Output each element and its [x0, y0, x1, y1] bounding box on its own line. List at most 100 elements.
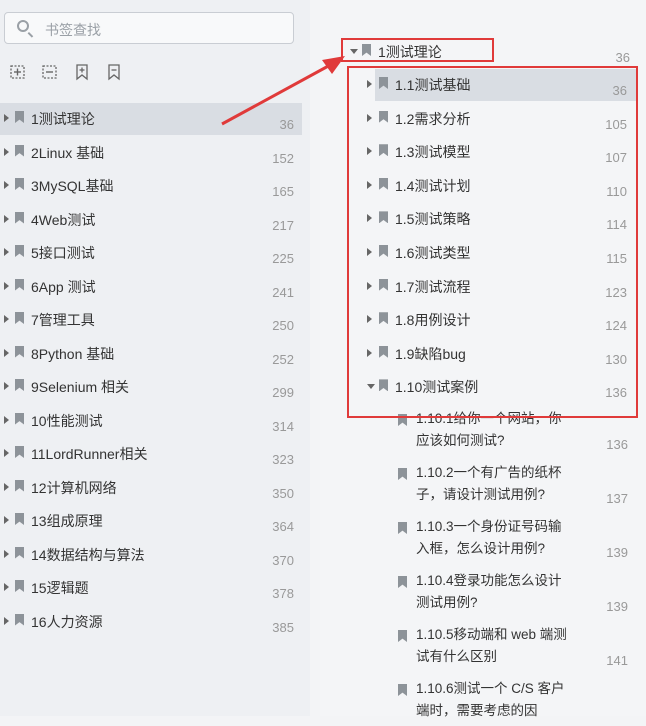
bookmark-icon	[398, 684, 407, 696]
bookmark-icon	[15, 111, 24, 123]
bookmark-icon	[15, 412, 24, 425]
bookmark-page: 137	[606, 491, 628, 506]
add-bookmark-icon[interactable]	[72, 62, 92, 82]
sub-bookmark-item[interactable]: 1.10.3一个身份证号码输入框，怎么设计用例? 139	[396, 516, 636, 564]
bookmark-label: 6App 测试	[31, 278, 96, 295]
expand-arrow-icon[interactable]	[4, 281, 9, 290]
bookmark-label: 1.10.6测试一个 C/S 客户端时，需要考虑的因	[416, 681, 565, 718]
bookmark-icon	[398, 630, 407, 642]
bookmark-label: 2Linux 基础	[31, 144, 105, 161]
bookmark-page: 370	[272, 552, 294, 568]
bookmark-item[interactable]: 15逻辑题 378	[0, 572, 302, 604]
sub-bookmark-item[interactable]: 1.10.2一个有广告的纸杯子，请设计测试用例? 137	[396, 462, 636, 510]
bookmark-page: 225	[272, 251, 294, 266]
bookmark-label: 4Web测试	[31, 211, 96, 228]
highlight-box-root	[341, 38, 494, 62]
bookmark-label: 1.10.3一个身份证号码输入框，怎么设计用例?	[416, 519, 562, 556]
bookmark-icon	[15, 345, 24, 358]
bookmark-item[interactable]: 12计算机网络 350	[0, 472, 302, 504]
bookmark-item[interactable]: 4Web测试 217	[0, 204, 302, 236]
bookmark-page: 152	[272, 150, 294, 166]
bookmark-icon	[15, 580, 24, 592]
bookmark-item[interactable]: 13组成原理 364	[0, 505, 302, 537]
bookmark-icon	[15, 211, 24, 224]
bookmark-icon	[15, 446, 24, 458]
bookmark-page: 139	[606, 599, 628, 614]
expand-arrow-icon[interactable]	[4, 315, 9, 323]
bookmark-icon	[398, 468, 407, 480]
expand-arrow-icon[interactable]	[4, 181, 9, 189]
search-icon	[17, 20, 29, 32]
expand-arrow-icon[interactable]	[4, 248, 9, 256]
bookmark-label: 7管理工具	[31, 312, 95, 328]
bookmark-item[interactable]: 3MySQL基础 165	[0, 170, 302, 202]
bookmark-icon	[15, 613, 24, 626]
bookmark-item[interactable]: 7管理工具 250	[0, 304, 302, 336]
bookmark-item[interactable]: 16人力资源 385	[0, 606, 302, 638]
bookmark-label: 11LordRunner相关	[31, 446, 148, 462]
expand-arrow-icon[interactable]	[4, 114, 9, 122]
sub-bookmark-item[interactable]: 1.10.4登录功能怎么设计测试用例? 139	[396, 570, 636, 618]
highlight-box-children	[347, 66, 638, 418]
bookmark-icon[interactable]	[104, 62, 124, 82]
bookmark-item[interactable]: 8Python 基础 252	[0, 338, 302, 370]
bookmark-label: 1.10.4登录功能怎么设计测试用例?	[416, 573, 562, 610]
expand-arrow-icon[interactable]	[4, 549, 9, 558]
expand-arrow-icon[interactable]	[4, 516, 9, 524]
bookmark-item[interactable]: 2Linux 基础 152	[0, 137, 302, 169]
bookmark-icon	[15, 479, 24, 492]
bookmark-page: 385	[272, 619, 294, 635]
bookmark-item[interactable]: 11LordRunner相关 323	[0, 438, 302, 470]
expand-arrow-icon[interactable]	[4, 583, 9, 591]
bookmark-page: 241	[272, 284, 294, 300]
bookmark-label: 15逻辑题	[31, 580, 89, 596]
expand-arrow-icon[interactable]	[4, 382, 9, 390]
search-box[interactable]: 书签查找	[4, 12, 294, 44]
bookmark-item[interactable]: 14数据结构与算法 370	[0, 539, 302, 571]
bookmark-item[interactable]: 6App 测试 241	[0, 271, 302, 303]
bookmark-page: 350	[272, 485, 294, 501]
bookmark-icon	[15, 312, 24, 324]
bookmark-label: 13组成原理	[31, 513, 103, 529]
bookmark-label: 1.10.5移动端和 web 端测试有什么区别	[416, 627, 567, 664]
bookmark-item[interactable]: 9Selenium 相关 299	[0, 371, 302, 403]
bookmark-page: 299	[272, 385, 294, 400]
expand-arrow-icon[interactable]	[4, 147, 9, 156]
expand-arrow-icon[interactable]	[4, 214, 9, 223]
bookmark-page: 139	[606, 545, 628, 560]
bookmark-icon	[398, 522, 407, 534]
sub-bookmark-item[interactable]: 1.10.5移动端和 web 端测试有什么区别 141	[396, 624, 636, 672]
bookmark-page: 141	[606, 653, 628, 668]
expand-arrow-icon[interactable]	[4, 415, 9, 424]
expand-arrow-icon[interactable]	[4, 449, 9, 457]
expand-arrow-icon[interactable]	[4, 348, 9, 357]
sub-bookmark-item[interactable]: 1.10.6测试一个 C/S 客户端时，需要考虑的因	[396, 678, 636, 726]
bookmark-page: 36	[279, 117, 294, 132]
bookmark-item[interactable]: 10性能测试 314	[0, 405, 302, 437]
bookmark-label: 3MySQL基础	[31, 178, 114, 194]
bookmark-page: 165	[272, 184, 294, 199]
bookmark-label: 16人力资源	[31, 613, 103, 630]
collapse-all-icon[interactable]	[40, 62, 60, 82]
expand-all-icon[interactable]	[8, 62, 28, 82]
bookmark-label: 1测试理论	[31, 111, 95, 127]
bookmark-label: 5接口测试	[31, 245, 95, 261]
bookmark-page: 136	[606, 437, 628, 452]
bookmark-label: 9Selenium 相关	[31, 379, 130, 395]
search-placeholder[interactable]: 书签查找	[45, 20, 101, 40]
bookmark-page: 323	[272, 452, 294, 467]
bookmark-page: 250	[272, 318, 294, 333]
bookmark-item[interactable]: 5接口测试 225	[0, 237, 302, 269]
bookmark-icon	[15, 144, 24, 157]
expand-arrow-icon[interactable]	[4, 482, 9, 491]
bookmark-label: 14数据结构与算法	[31, 546, 145, 563]
bookmark-icon	[15, 178, 24, 190]
bookmark-page: 252	[272, 351, 294, 367]
bookmark-item[interactable]: 1测试理论 36	[0, 103, 302, 135]
bookmark-icon	[15, 245, 24, 257]
bookmark-icon	[15, 546, 24, 559]
bookmark-label: 1.10.2一个有广告的纸杯子，请设计测试用例?	[416, 465, 562, 502]
expand-arrow-icon[interactable]	[4, 616, 9, 625]
bookmark-label: 8Python 基础	[31, 345, 115, 362]
bookmark-label: 12计算机网络	[31, 479, 117, 496]
